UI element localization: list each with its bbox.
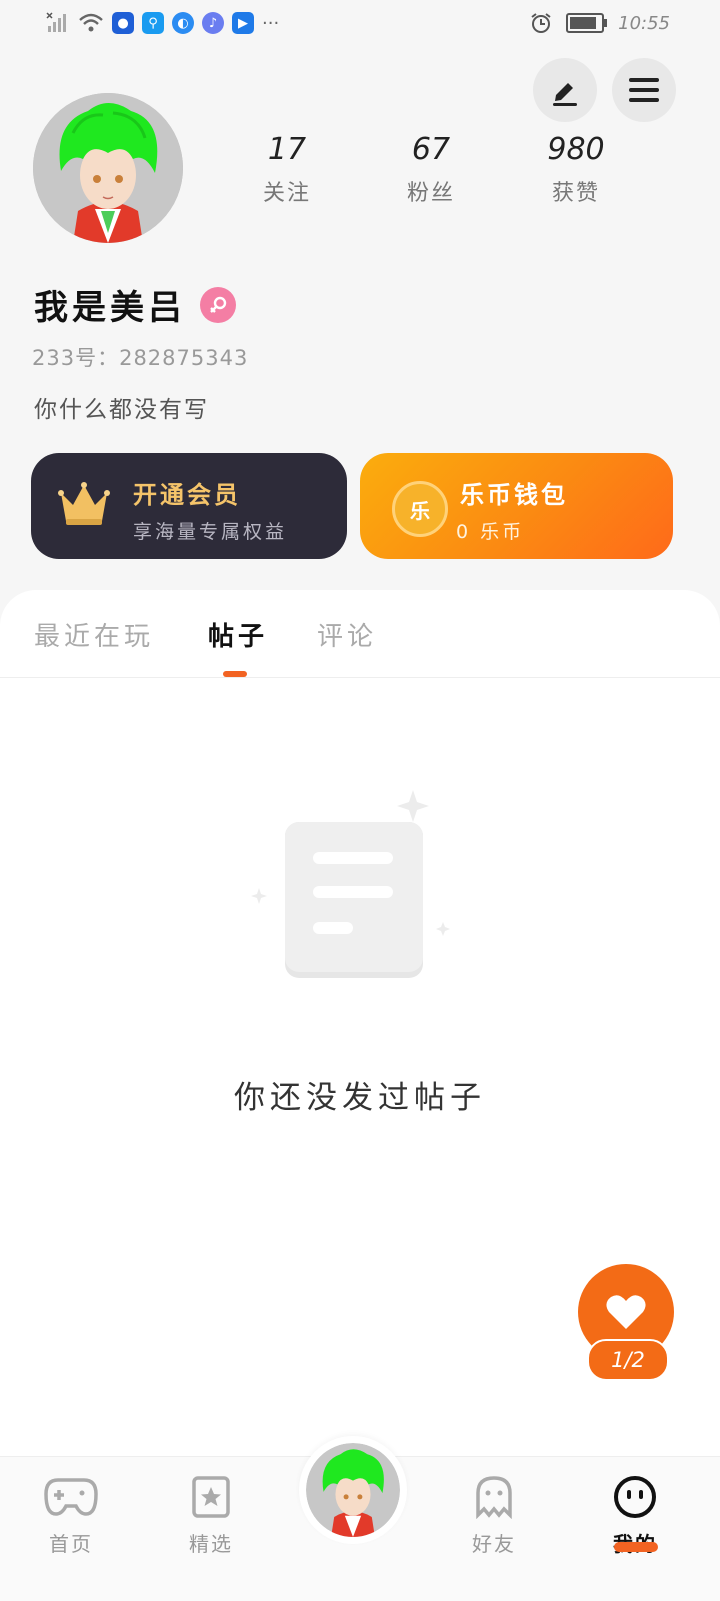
browser-app-icon: ◐: [172, 12, 194, 34]
profile-avatar[interactable]: [33, 93, 183, 243]
app-notification-icon: ●: [112, 12, 134, 34]
coin-card-subtitle: 0 乐币: [456, 521, 525, 543]
username-row: 我是美吕: [34, 280, 236, 329]
nav-friends[interactable]: 好友: [449, 1472, 539, 1557]
nav-home[interactable]: 首页: [26, 1472, 116, 1557]
coin-icon: 乐: [392, 481, 448, 537]
empty-document-icon: [251, 790, 450, 978]
nav-friends-label: 好友: [472, 1532, 516, 1556]
stat-following-label: 关注: [262, 181, 311, 206]
like-count-badge: 1/2: [587, 1339, 669, 1381]
vip-card-subtitle: 享海量专属权益: [133, 521, 288, 543]
edit-profile-button[interactable]: [533, 58, 597, 122]
user-bio[interactable]: 你什么都没有写: [34, 390, 209, 424]
stat-likes-count: 980: [547, 132, 605, 167]
tab-posts[interactable]: 帖子: [208, 616, 268, 653]
vip-card-title: 开通会员: [133, 481, 241, 509]
alarm-icon: [531, 13, 551, 33]
stat-fans[interactable]: 67 粉丝: [376, 132, 486, 207]
stat-fans-label: 粉丝: [406, 181, 455, 206]
star-bookmark-icon: [183, 1472, 239, 1522]
stat-fans-count: 67: [411, 132, 451, 167]
battery-icon: [566, 13, 608, 33]
stat-likes[interactable]: 980 获赞: [521, 132, 631, 207]
signal-icon: [46, 12, 66, 32]
status-notification-icons: ● ⚲ ◐ ♪ ▶ ···: [46, 12, 279, 34]
gamepad-icon: [43, 1472, 99, 1522]
tab-recently-played[interactable]: 最近在玩: [34, 616, 154, 653]
tab-divider: [0, 677, 720, 678]
crown-icon: [58, 482, 110, 525]
coin-wallet-card[interactable]: 乐 乐币钱包 0 乐币: [360, 453, 673, 559]
coin-card-title: 乐币钱包: [460, 481, 568, 509]
hamburger-menu-icon: [629, 78, 659, 102]
more-notifications-icon: ···: [262, 12, 280, 34]
center-avatar-image: [306, 1443, 400, 1537]
music-app-icon: ♪: [202, 12, 224, 34]
username: 我是美吕: [34, 288, 186, 328]
vip-membership-card[interactable]: 开通会员 享海量专属权益: [31, 453, 347, 559]
female-icon: [200, 286, 236, 323]
empty-posts-message: 你还没发过帖子: [234, 1080, 486, 1116]
nav-center-avatar[interactable]: [299, 1436, 407, 1544]
user-id: 233号：282875343: [32, 346, 249, 370]
wifi-icon: [79, 13, 103, 32]
video-app-icon: ▶: [232, 12, 254, 34]
heart-icon: [606, 1295, 646, 1329]
stat-likes-label: 获赞: [551, 181, 600, 206]
pencil-icon: [553, 83, 577, 106]
nav-featured-label: 精选: [189, 1532, 233, 1556]
ghost-icon: [466, 1472, 522, 1522]
search-app-icon: ⚲: [142, 12, 164, 34]
tab-comments[interactable]: 评论: [317, 616, 377, 653]
stat-following-count: 17: [267, 132, 307, 167]
nav-mine[interactable]: 我的: [590, 1472, 680, 1557]
face-icon: [607, 1472, 663, 1522]
menu-button[interactable]: [612, 58, 676, 122]
avatar-character-image: [33, 93, 183, 243]
stat-following[interactable]: 17 关注: [232, 132, 342, 207]
status-time: 10:55: [618, 12, 670, 34]
status-bar: ● ⚲ ◐ ♪ ▶ ··· 10:55: [0, 0, 720, 48]
status-right: 10:55: [530, 12, 670, 34]
nav-featured[interactable]: 精选: [166, 1472, 256, 1557]
nav-home-label: 首页: [49, 1532, 93, 1556]
nav-active-underline: [614, 1542, 658, 1552]
